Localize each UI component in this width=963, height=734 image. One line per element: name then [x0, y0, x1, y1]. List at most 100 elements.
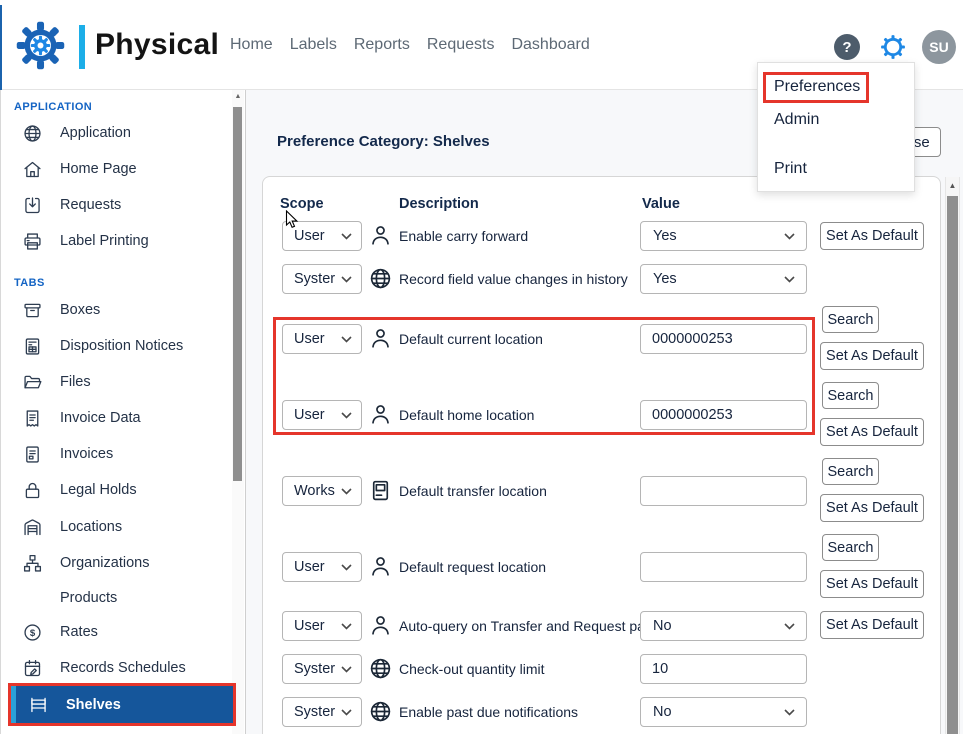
- sidebar-item-invoice-data[interactable]: Invoice Data: [0, 400, 228, 436]
- value-input[interactable]: [640, 552, 807, 582]
- value-input[interactable]: [640, 654, 807, 684]
- sidebar-item-application[interactable]: Application: [0, 115, 228, 151]
- scroll-up-icon[interactable]: ▲: [232, 93, 244, 100]
- chevron-down-icon: [341, 233, 352, 240]
- sidebar-item-products[interactable]: Products: [0, 580, 228, 616]
- document-grid-icon: [22, 336, 43, 357]
- chevron-down-icon: [341, 336, 352, 343]
- brand-divider: [79, 25, 85, 69]
- sidebar: APPLICATION Application Home Page Reques…: [0, 90, 246, 734]
- user-icon: [368, 554, 393, 579]
- preference-description: Default current location: [399, 331, 543, 347]
- scope-select[interactable]: Syster: [282, 697, 362, 727]
- app-logo-gear-icon[interactable]: [14, 19, 67, 72]
- sidebar-item-requests[interactable]: Requests: [0, 187, 228, 223]
- search-button[interactable]: Search: [822, 534, 879, 561]
- scrollbar-thumb[interactable]: [947, 196, 958, 734]
- scope-select[interactable]: Works: [282, 476, 362, 506]
- app-window: Physical Home Labels Reports Requests Da…: [0, 0, 963, 734]
- value-input[interactable]: [640, 476, 807, 506]
- scope-select[interactable]: User: [282, 611, 362, 641]
- preference-description: Default request location: [399, 559, 546, 575]
- set-as-default-button[interactable]: Set As Default: [820, 494, 924, 522]
- sidebar-item-legal-holds[interactable]: Legal Holds: [0, 472, 228, 508]
- sidebar-item-invoices[interactable]: Invoices: [0, 436, 228, 472]
- scope-select[interactable]: Syster: [282, 264, 362, 294]
- shelf-icon: [28, 694, 49, 715]
- value-input[interactable]: [640, 400, 807, 430]
- set-as-default-button[interactable]: Set As Default: [820, 611, 924, 639]
- set-as-default-button[interactable]: Set As Default: [820, 342, 924, 370]
- value-select[interactable]: No: [640, 611, 807, 641]
- column-header-description: Description: [399, 196, 479, 212]
- sidebar-item-rates[interactable]: $ Rates: [0, 614, 228, 650]
- org-chart-icon: [22, 553, 43, 574]
- menu-item-print[interactable]: Print: [774, 160, 807, 178]
- printer-icon: [22, 231, 43, 252]
- svg-text:$: $: [30, 628, 36, 639]
- lock-icon: [22, 480, 43, 501]
- calendar-edit-icon: [22, 658, 43, 679]
- help-icon[interactable]: ?: [834, 34, 860, 60]
- preference-description: Check-out quantity limit: [399, 661, 545, 677]
- preference-description: Enable past due notifications: [399, 704, 578, 720]
- search-button[interactable]: Search: [822, 306, 879, 333]
- preference-description: Enable carry forward: [399, 228, 528, 244]
- sidebar-item-records-schedules[interactable]: Records Schedules: [0, 650, 228, 686]
- value-select[interactable]: Yes: [640, 221, 807, 251]
- preference-description: Default home location: [399, 407, 534, 423]
- mouse-cursor: [285, 210, 299, 230]
- blank-icon: [22, 588, 43, 609]
- scrollbar-thumb[interactable]: [233, 107, 242, 481]
- globe-icon: [22, 123, 43, 144]
- sidebar-item-home-page[interactable]: Home Page: [0, 151, 228, 187]
- preferences-panel: Scope Description Value User Enable carr…: [262, 176, 941, 734]
- search-button[interactable]: Search: [822, 458, 879, 485]
- value-select[interactable]: No: [640, 697, 807, 727]
- sidebar-item-boxes[interactable]: Boxes: [0, 292, 228, 328]
- preference-row: Syster Enable past due notifications No: [263, 697, 942, 727]
- search-button[interactable]: Search: [822, 382, 879, 409]
- chevron-down-icon: [341, 709, 352, 716]
- nav-home[interactable]: Home: [230, 36, 273, 54]
- folder-icon: [22, 372, 43, 393]
- highlight-box-shelves: Shelves: [8, 683, 236, 726]
- sidebar-scrollbar[interactable]: ▲: [232, 90, 244, 734]
- user-avatar[interactable]: SU: [922, 30, 956, 64]
- chevron-down-icon: [341, 564, 352, 571]
- globe-icon: [368, 699, 393, 724]
- chevron-down-icon: [784, 623, 795, 630]
- sidebar-item-organizations[interactable]: Organizations: [0, 545, 228, 581]
- scope-select[interactable]: Syster: [282, 654, 362, 684]
- set-as-default-button[interactable]: Set As Default: [820, 418, 924, 446]
- chevron-down-icon: [341, 412, 352, 419]
- menu-item-admin[interactable]: Admin: [774, 111, 819, 129]
- warehouse-icon: [22, 517, 43, 538]
- preference-description: Default transfer location: [399, 483, 547, 499]
- set-as-default-button[interactable]: Set As Default: [820, 222, 924, 250]
- column-header-value: Value: [642, 196, 680, 212]
- scroll-up-icon[interactable]: ▲: [946, 181, 959, 190]
- scope-select[interactable]: User: [282, 400, 362, 430]
- set-as-default-button[interactable]: Set As Default: [820, 570, 924, 598]
- value-input[interactable]: [640, 324, 807, 354]
- sidebar-item-disposition-notices[interactable]: Disposition Notices: [0, 328, 228, 364]
- sidebar-item-label-printing[interactable]: Label Printing: [0, 223, 228, 259]
- chevron-down-icon: [784, 709, 795, 716]
- home-icon: [22, 159, 43, 180]
- preference-description: Record field value changes in history: [399, 271, 628, 287]
- sidebar-item-files[interactable]: Files: [0, 364, 228, 400]
- nav-requests[interactable]: Requests: [427, 36, 495, 54]
- content-scrollbar[interactable]: ▲: [945, 177, 960, 734]
- sidebar-item-locations[interactable]: Locations: [0, 509, 228, 545]
- scope-select[interactable]: User: [282, 324, 362, 354]
- value-select[interactable]: Yes: [640, 264, 807, 294]
- sidebar-item-shelves[interactable]: Shelves: [11, 686, 233, 723]
- nav-reports[interactable]: Reports: [354, 36, 410, 54]
- scope-select[interactable]: User: [282, 552, 362, 582]
- nav-dashboard[interactable]: Dashboard: [511, 36, 589, 54]
- nav-labels[interactable]: Labels: [290, 36, 337, 54]
- settings-gear-icon[interactable]: [879, 33, 907, 61]
- chevron-down-icon: [341, 623, 352, 630]
- window-edge: [0, 5, 2, 90]
